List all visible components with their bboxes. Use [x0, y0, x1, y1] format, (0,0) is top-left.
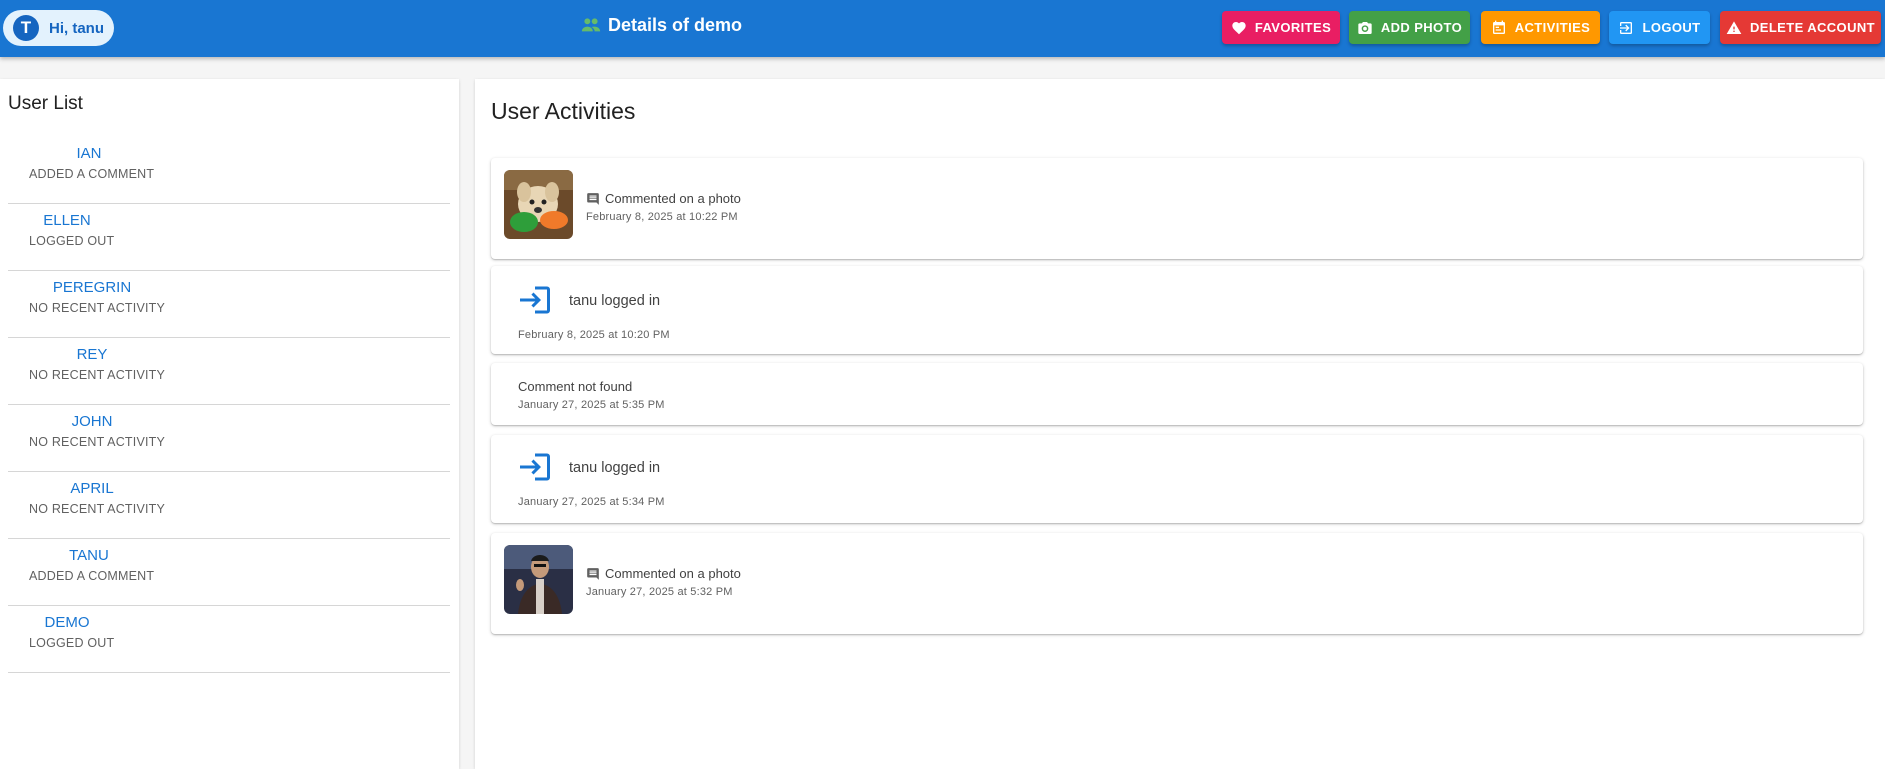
user-list-item[interactable]: PEREGRIN NO RECENT ACTIVITY	[8, 271, 450, 338]
avatar: T	[13, 15, 39, 41]
logout-label: LOGOUT	[1642, 20, 1701, 35]
activity-text: tanu logged in	[569, 460, 661, 476]
activity-card: Commented on a photo February 8, 2025 at…	[491, 158, 1863, 259]
user-name[interactable]: JOHN	[8, 413, 176, 430]
comment-icon	[587, 567, 599, 580]
login-icon	[520, 453, 550, 481]
logout-button[interactable]: LOGOUT	[1609, 11, 1710, 44]
activity-text: Comment not found	[518, 379, 633, 394]
activity-description: Commented on a photo	[586, 191, 741, 206]
user-name[interactable]: IAN	[8, 145, 170, 162]
activity-date: January 27, 2025 at 5:32 PM	[586, 586, 733, 598]
activities-label: ACTIVITIES	[1514, 20, 1591, 35]
activity-text: Commented on a photo	[605, 191, 741, 206]
user-list-item[interactable]: IAN ADDED A COMMENT	[8, 137, 450, 204]
camera-icon	[1358, 21, 1372, 34]
user-list-item[interactable]: APRIL NO RECENT ACTIVITY	[8, 472, 450, 539]
activity-card: Commented on a photo January 27, 2025 at…	[491, 533, 1863, 634]
comment-icon	[587, 192, 599, 205]
user-list-item[interactable]: TANU ADDED A COMMENT	[8, 539, 450, 606]
user-name[interactable]: ELLEN	[8, 212, 126, 229]
user-name[interactable]: DEMO	[8, 614, 126, 631]
portrait-photo	[504, 545, 573, 614]
user-list-panel: User List IAN ADDED A COMMENT ELLEN LOGG…	[0, 79, 459, 769]
photo-thumbnail[interactable]	[504, 170, 573, 239]
user-name[interactable]: TANU	[8, 547, 170, 564]
page-title: Details of demo	[580, 14, 742, 36]
user-status: LOGGED OUT	[29, 636, 115, 650]
favorites-button[interactable]: FAVORITES	[1222, 11, 1340, 44]
user-name[interactable]: APRIL	[8, 480, 176, 497]
user-name[interactable]: REY	[8, 346, 176, 363]
heart-icon	[1232, 21, 1246, 34]
delete-account-button[interactable]: DELETE ACCOUNT	[1720, 11, 1881, 44]
user-list-title: User List	[8, 93, 83, 114]
activity-card: tanu logged in February 8, 2025 at 10:20…	[491, 266, 1863, 354]
user-list-item[interactable]: DEMO LOGGED OUT	[8, 606, 450, 673]
activity-card: Comment not found January 27, 2025 at 5:…	[491, 363, 1863, 425]
user-list-item[interactable]: JOHN NO RECENT ACTIVITY	[8, 405, 450, 472]
add-photo-button[interactable]: ADD PHOTO	[1349, 11, 1470, 44]
user-status: NO RECENT ACTIVITY	[29, 435, 166, 449]
user-status: NO RECENT ACTIVITY	[29, 301, 166, 315]
warning-icon	[1726, 20, 1742, 34]
photo-thumbnail[interactable]	[504, 545, 573, 614]
add-photo-label: ADD PHOTO	[1380, 20, 1463, 35]
activity-date: February 8, 2025 at 10:22 PM	[586, 211, 738, 223]
activity-date: February 8, 2025 at 10:20 PM	[518, 329, 670, 341]
user-name[interactable]: PEREGRIN	[8, 279, 176, 296]
plush-dog-photo	[504, 170, 573, 239]
user-list-item[interactable]: ELLEN LOGGED OUT	[8, 204, 450, 271]
user-status: ADDED A COMMENT	[29, 167, 155, 181]
user-greeting-chip[interactable]: T Hi, tanu	[3, 10, 114, 46]
page-title-text: Details of demo	[608, 14, 743, 35]
logout-icon	[1620, 21, 1633, 34]
user-status: NO RECENT ACTIVITY	[29, 368, 166, 382]
app-bar: T Hi, tanu Details of demo FAVORITES ADD…	[0, 0, 1885, 57]
user-status: LOGGED OUT	[29, 234, 115, 248]
activity-date: January 27, 2025 at 5:35 PM	[518, 399, 665, 411]
delete-account-label: DELETE ACCOUNT	[1749, 20, 1875, 35]
activity-date: January 27, 2025 at 5:34 PM	[518, 496, 665, 508]
activities-button[interactable]: ACTIVITIES	[1481, 11, 1600, 44]
calendar-icon	[1492, 20, 1505, 34]
user-list: IAN ADDED A COMMENT ELLEN LOGGED OUT PER…	[8, 137, 450, 673]
activity-description: Commented on a photo	[586, 566, 741, 581]
activity-card: tanu logged in January 27, 2025 at 5:34 …	[491, 435, 1863, 523]
login-icon	[520, 286, 550, 314]
greeting-text: Hi, tanu	[49, 19, 104, 37]
favorites-label: FAVORITES	[1254, 20, 1332, 35]
user-status: ADDED A COMMENT	[29, 569, 155, 583]
activities-title: User Activities	[491, 98, 636, 124]
people-icon	[581, 18, 601, 32]
activity-text: Commented on a photo	[605, 566, 741, 581]
user-activities-panel: User Activities Commented on a photo Feb…	[475, 79, 1885, 769]
activity-text: tanu logged in	[569, 293, 661, 309]
user-list-item[interactable]: REY NO RECENT ACTIVITY	[8, 338, 450, 405]
user-status: NO RECENT ACTIVITY	[29, 502, 166, 516]
